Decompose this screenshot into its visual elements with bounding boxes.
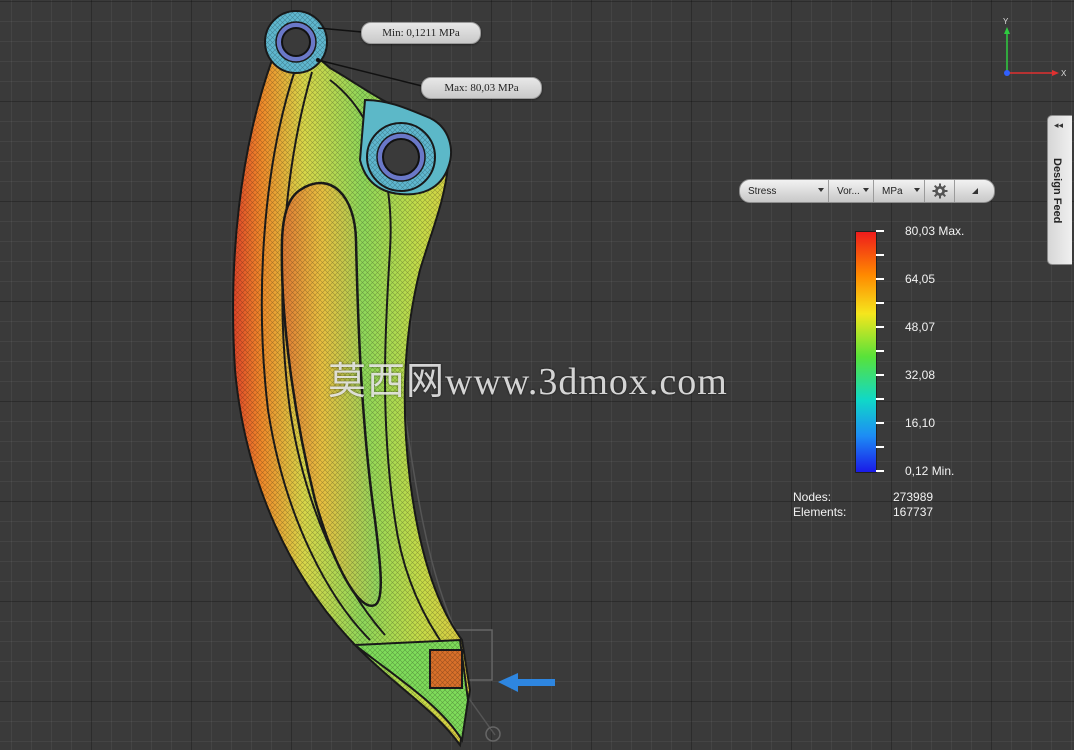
- chevron-down-icon: [914, 188, 920, 192]
- triad-axis-y: Y: [1003, 17, 1009, 26]
- legend-label-max: 80,03 Max.: [905, 224, 965, 238]
- elements-value: 167737: [893, 505, 934, 519]
- arrow-left-icon: [498, 673, 555, 692]
- chevron-down-icon: [863, 188, 869, 192]
- legend-label: 16,10: [905, 416, 936, 430]
- max-stress-probe[interactable]: Max: 80,03 MPa: [421, 77, 542, 99]
- result-toolbar: Stress Vor... MPa: [739, 179, 995, 203]
- legend-tick: [876, 446, 884, 448]
- legend-tick: [876, 350, 884, 352]
- design-feed-panel-tab[interactable]: ◂◂ Design Feed: [1047, 115, 1072, 265]
- triad-axis-x: X: [1061, 69, 1067, 78]
- legend-label: 32,08: [905, 368, 936, 382]
- expand-legend-button[interactable]: [955, 180, 994, 202]
- mid-pin-boss: [358, 98, 452, 196]
- component-dropdown[interactable]: Vor...: [829, 180, 874, 202]
- component-value: Vor...: [837, 185, 860, 197]
- stress-color-bar: [855, 231, 877, 473]
- view-triad[interactable]: Y X: [1003, 17, 1067, 78]
- legend-tick: [876, 470, 884, 472]
- gear-icon: [932, 183, 947, 199]
- unit-value: MPa: [882, 185, 903, 197]
- unit-dropdown[interactable]: MPa: [874, 180, 925, 202]
- expand-corner-icon: [971, 188, 978, 194]
- min-stress-probe[interactable]: Min: 0,1211 MPa: [361, 22, 481, 44]
- design-feed-label: Design Feed: [1051, 158, 1063, 224]
- legend-tick: [876, 230, 884, 232]
- legend-tick: [876, 278, 884, 280]
- elements-label: Elements:: [793, 505, 847, 519]
- legend-label: 64,05: [905, 272, 936, 286]
- legend-tick: [876, 422, 884, 424]
- nodes-label: Nodes:: [793, 490, 832, 504]
- result-type-dropdown[interactable]: Stress: [740, 180, 829, 202]
- chevron-down-icon: [818, 188, 824, 192]
- top-pin-boss: [264, 10, 328, 74]
- legend-tick: [876, 254, 884, 256]
- nodes-value: 273989: [893, 490, 934, 504]
- legend-tick: [876, 398, 884, 400]
- watermark: 莫西网www.3dmox.com: [328, 361, 728, 403]
- collapse-toggle-icon[interactable]: ◂◂: [1054, 120, 1063, 130]
- legend-tick: [876, 326, 884, 328]
- legend-tick: [876, 302, 884, 304]
- settings-button[interactable]: [925, 180, 955, 202]
- legend-label-min: 0,12 Min.: [905, 464, 955, 478]
- legend-tick: [876, 374, 884, 376]
- legend-label: 48,07: [905, 320, 936, 334]
- result-type-value: Stress: [748, 185, 777, 197]
